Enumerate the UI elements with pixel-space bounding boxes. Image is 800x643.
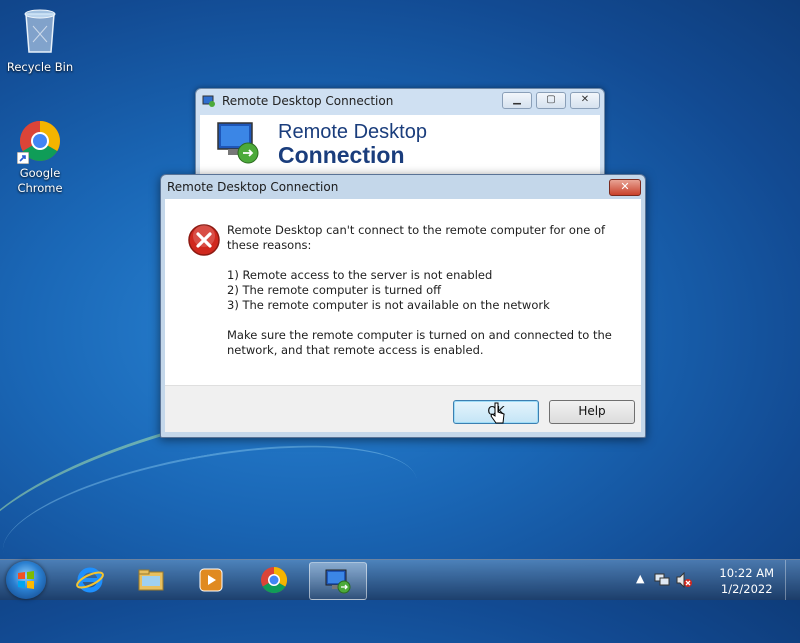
maximize-button[interactable]: ▢: [536, 92, 566, 109]
chrome-icon: [261, 566, 288, 594]
message-line: Remote Desktop can't connect to the remo…: [227, 223, 606, 252]
desktop-icon-google-chrome[interactable]: Google Chrome: [5, 120, 75, 196]
dialog-title: Remote Desktop Connection: [167, 180, 339, 194]
taskbar-windows-explorer[interactable]: [123, 562, 179, 598]
error-icon: [188, 224, 220, 256]
internet-explorer-icon: [76, 567, 104, 593]
remote-desktop-small-icon: [202, 95, 215, 107]
windows-logo-icon: [18, 571, 34, 589]
dialog-titlebar[interactable]: Remote Desktop Connection: [161, 175, 645, 199]
network-icon[interactable]: [654, 572, 670, 588]
dialog-close-button[interactable]: ✕: [609, 179, 641, 196]
recycle-bin-icon: [24, 9, 56, 53]
clock-date: 1/2/2022: [720, 582, 773, 596]
message-line: 3) The remote computer is not available …: [227, 298, 550, 312]
clock[interactable]: 10:22 AM 1/2/2022: [719, 565, 774, 597]
show-desktop-button[interactable]: [785, 560, 800, 600]
remote-desktop-window: Remote Desktop Connection ▁ ▢ ✕ Remote D…: [195, 88, 605, 185]
show-hidden-icons-button[interactable]: ▲: [636, 572, 644, 585]
chrome-label: Google Chrome: [17, 166, 63, 195]
media-player-icon: [199, 568, 223, 592]
taskbar-chrome[interactable]: [246, 562, 302, 598]
minimize-button[interactable]: ▁: [502, 92, 532, 109]
remote-desktop-heading-line2: Connection: [278, 142, 405, 168]
system-tray: ▲ 10:22 AM 1/2/2022: [630, 560, 800, 600]
dialog-content: Remote Desktop can't connect to the remo…: [165, 199, 641, 385]
volume-muted-icon[interactable]: [676, 572, 692, 588]
taskbar-remote-desktop[interactable]: [309, 562, 367, 600]
remote-desktop-logo-icon: [217, 122, 259, 164]
close-button-bg[interactable]: ✕: [570, 92, 600, 109]
mouse-cursor-icon: [490, 402, 505, 424]
dialog-message: Remote Desktop can't connect to the remo…: [227, 223, 627, 358]
window-controls: ▁ ▢ ✕: [502, 92, 600, 109]
start-button[interactable]: [6, 561, 46, 599]
remote-desktop-icon: [325, 569, 351, 594]
shortcut-arrow-icon: [17, 152, 29, 164]
message-line: 1) Remote access to the server is not en…: [227, 268, 493, 282]
message-line: 2) The remote computer is turned off: [227, 283, 442, 297]
remote-desktop-window-title: Remote Desktop Connection: [222, 94, 394, 108]
taskbar: ▲ 10:22 AM 1/2/2022: [0, 559, 800, 600]
desktop-icon-recycle-bin[interactable]: Recycle Bin: [5, 6, 75, 75]
dialog-footer: OK Help: [165, 385, 641, 432]
windows-explorer-icon: [138, 569, 164, 591]
taskbar-internet-explorer[interactable]: [62, 562, 118, 598]
recycle-bin-label: Recycle Bin: [6, 60, 74, 74]
clock-time: 10:22 AM: [719, 566, 774, 580]
error-dialog: Remote Desktop Connection ✕ Remote Deskt…: [160, 174, 646, 438]
taskbar-media-player[interactable]: [183, 562, 239, 598]
help-button[interactable]: Help: [549, 400, 635, 424]
message-line: Make sure the remote computer is turned …: [227, 328, 612, 357]
remote-desktop-heading-line1: Remote Desktop: [278, 121, 427, 143]
